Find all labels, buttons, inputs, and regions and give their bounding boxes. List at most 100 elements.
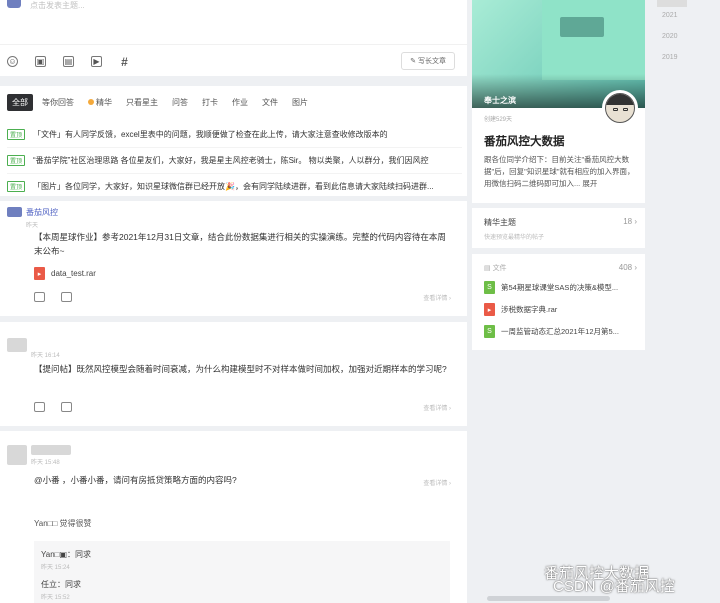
avatar[interactable] bbox=[7, 207, 22, 217]
group-info-card: 奉士之滨 创建529天 番茄风控大数据 跟各位同学介绍下：目前关注"番茄风控大数… bbox=[472, 0, 645, 203]
pinned-badge: 置顶 bbox=[7, 155, 26, 166]
avatar[interactable] bbox=[7, 338, 27, 352]
composer-input[interactable]: 点击发表主题... bbox=[30, 0, 85, 11]
tab-homework[interactable]: 作业 bbox=[227, 94, 253, 111]
long-post-label: 写长文章 bbox=[418, 58, 446, 65]
comment-time: 昨天 15:52 bbox=[41, 595, 70, 601]
comment-list: Yan□▣：同求 昨天 15:24 任立：同求 昨天 15:52 bbox=[34, 541, 450, 603]
files-label: ▤ 文件 bbox=[484, 265, 507, 272]
avatar-face bbox=[605, 93, 635, 123]
pinned-item[interactable]: 置顶 “番茄学院”社区治理思路 各位星友们，大家好，我是星主风控老骑士，陈Sir… bbox=[7, 147, 462, 173]
view-details-link[interactable]: 查看详情 › bbox=[423, 478, 451, 487]
file-item[interactable]: S 一周监管动态汇总2021年12月第5... bbox=[484, 325, 619, 338]
timeline-marker bbox=[657, 0, 687, 7]
like-summary: Yan□□ 觉得很赞 bbox=[34, 519, 92, 528]
image-icon[interactable]: ▣ bbox=[35, 56, 46, 67]
post-author: 昨天 15:48 bbox=[7, 445, 71, 466]
pinned-badge: 置顶 bbox=[7, 128, 26, 140]
like-icon[interactable] bbox=[34, 292, 45, 302]
composer: 点击发表主题... ☺ ▣ ▤ ▶ # ✎ 写长文章 bbox=[0, 0, 467, 76]
tab-files[interactable]: 文件 bbox=[257, 94, 283, 111]
tab-waiting-answer[interactable]: 等你回答 bbox=[37, 94, 79, 111]
files-count: 408 › bbox=[618, 263, 637, 272]
avatar[interactable] bbox=[7, 445, 27, 465]
comment-text: Yan□▣：同求 bbox=[41, 550, 92, 559]
divider bbox=[0, 44, 467, 45]
owner-avatar[interactable] bbox=[602, 90, 638, 126]
featured-topics-panel[interactable]: 精华主题 18 › 快速预览最精华的帖子 bbox=[472, 208, 645, 248]
post-author: 昨天 16:14 bbox=[7, 338, 60, 359]
featured-subtitle: 快速预览最精华的帖子 bbox=[484, 235, 545, 241]
featured-label: 精华主题 bbox=[484, 218, 516, 227]
attachment[interactable]: ▸ data_test.rar bbox=[34, 267, 96, 280]
avatar bbox=[7, 0, 21, 8]
post-body[interactable]: 【本周星球作业】参考2021年12月31日文章，结合此份数据集进行相关的实操演练… bbox=[34, 230, 453, 258]
pinned-item[interactable]: 置顶 「文件」有人同学反馈，excel里表中的问题，我顺便做了检查在此上传，请大… bbox=[7, 121, 462, 147]
post-body[interactable]: 【提问帖】既然风控模型会随着时间衰减，为什么构建模型时不对样本做时间加权，加强对… bbox=[34, 362, 453, 376]
avatar-eye bbox=[613, 108, 618, 111]
archive-file-icon: ▸ bbox=[34, 267, 45, 280]
post-body[interactable]: @小番 ，小番小番，请问有房抵贷策略方面的内容吗? bbox=[34, 473, 453, 487]
year-item[interactable]: 2019 bbox=[662, 54, 678, 61]
long-post-button[interactable]: ✎ 写长文章 bbox=[401, 52, 455, 70]
featured-dot-icon bbox=[88, 99, 94, 105]
comment-item[interactable]: Yan□▣：同求 昨天 15:24 bbox=[41, 549, 91, 571]
filter-panel: 全部 等你回答 精华 只看星主 问答 打卡 作业 文件 图片 置顶 「文件」有人… bbox=[0, 86, 467, 196]
year-item[interactable]: 2021 bbox=[662, 12, 678, 19]
cover-shape bbox=[542, 0, 645, 80]
topic-card: 番茄风控 昨天 【本周星球作业】参考2021年12月31日文章，结合此份数据集进… bbox=[0, 201, 467, 316]
like-icon[interactable] bbox=[34, 402, 45, 412]
tab-all[interactable]: 全部 bbox=[7, 94, 33, 111]
archive-file-icon: ▸ bbox=[484, 303, 495, 316]
file-item[interactable]: ▸ 涉税数据字典.rar bbox=[484, 303, 557, 316]
avatar-eye bbox=[623, 108, 628, 111]
comment-item[interactable]: 任立：同求 昨天 15:52 bbox=[41, 579, 81, 601]
video-icon[interactable]: ▶ bbox=[91, 56, 102, 67]
file-name: 第54期星球课堂SAS的决策&模型... bbox=[501, 283, 619, 292]
view-details-link[interactable]: 查看详情 › bbox=[423, 403, 451, 412]
topic-feed: 点击发表主题... ☺ ▣ ▤ ▶ # ✎ 写长文章 全部 等你回答 精华 只看… bbox=[0, 0, 467, 603]
group-name: 番茄风控大数据 bbox=[484, 136, 565, 148]
pinned-item[interactable]: 置顶 「图片」各位同学，大家好，知识星球微信群已经开放🎉，会有同学陆续进群，看到… bbox=[7, 173, 462, 199]
pinned-list: 置顶 「文件」有人同学反馈，excel里表中的问题，我顺便做了检查在此上传，请大… bbox=[7, 121, 462, 199]
pinned-text: 「图片」各位同学，大家好，知识星球微信群已经开放🎉，会有同学陆续进群，看到此信息… bbox=[33, 182, 434, 191]
post-time: 昨天 bbox=[26, 223, 39, 229]
tab-featured[interactable]: 精华 bbox=[83, 94, 117, 111]
featured-header: 精华主题 18 › bbox=[484, 217, 637, 228]
tab-owner-only[interactable]: 只看星主 bbox=[121, 94, 163, 111]
author-name[interactable]: 番茄风控 bbox=[26, 207, 58, 218]
file-item[interactable]: S 第54期星球课堂SAS的决策&模型... bbox=[484, 281, 618, 294]
comment-icon[interactable] bbox=[61, 402, 72, 412]
year-timeline: 2021 2020 2019 bbox=[657, 0, 720, 603]
spreadsheet-file-icon: S bbox=[484, 281, 495, 294]
post-actions bbox=[34, 292, 72, 302]
file-icon[interactable]: ▤ bbox=[63, 56, 74, 67]
hashtag-icon[interactable]: # bbox=[119, 55, 130, 69]
post-time: 昨天 15:48 bbox=[31, 460, 60, 466]
comment-time: 昨天 15:24 bbox=[41, 565, 70, 571]
emoji-icon[interactable]: ☺ bbox=[7, 56, 18, 67]
watermark-line-2: CSDN @番茄风控 bbox=[553, 578, 675, 595]
group-description[interactable]: 跟各位同学介绍下：目前关注"番茄风控大数据"后，回复"知识星球"就有相应的加入界… bbox=[484, 154, 640, 190]
post-actions bbox=[34, 402, 72, 412]
author-name[interactable] bbox=[31, 445, 71, 455]
featured-count: 18 › bbox=[623, 217, 637, 226]
topic-card: 昨天 16:14 【提问帖】既然风控模型会随着时间衰减，为什么构建模型时不对样本… bbox=[0, 322, 467, 426]
comment-icon[interactable] bbox=[61, 292, 72, 302]
avatar-hair bbox=[606, 94, 634, 105]
file-name: 涉税数据字典.rar bbox=[501, 305, 558, 314]
tab-qa[interactable]: 问答 bbox=[167, 94, 193, 111]
comment-text: 任立：同求 bbox=[41, 580, 81, 589]
files-label-text: 文件 bbox=[492, 265, 507, 272]
created-days: 创建529天 bbox=[484, 117, 513, 123]
view-details-link[interactable]: 查看详情 › bbox=[423, 293, 451, 302]
tab-featured-label: 精华 bbox=[96, 98, 112, 107]
tab-images[interactable]: 图片 bbox=[287, 94, 313, 111]
year-item[interactable]: 2020 bbox=[662, 33, 678, 40]
pinned-text: 「文件」有人同学反馈，excel里表中的问题，我顺便做了检查在此上传，请大家注意… bbox=[33, 129, 388, 139]
pinned-text: “番茄学院”社区治理思路 各位星友们，大家好，我是星主风控老骑士，陈Sir。 物… bbox=[33, 156, 429, 165]
tab-checkin[interactable]: 打卡 bbox=[197, 94, 223, 111]
owner-name[interactable]: 奉士之滨 bbox=[484, 95, 516, 106]
files-header[interactable]: ▤ 文件 408 › bbox=[484, 263, 637, 273]
horizontal-scrollbar[interactable] bbox=[487, 596, 610, 601]
